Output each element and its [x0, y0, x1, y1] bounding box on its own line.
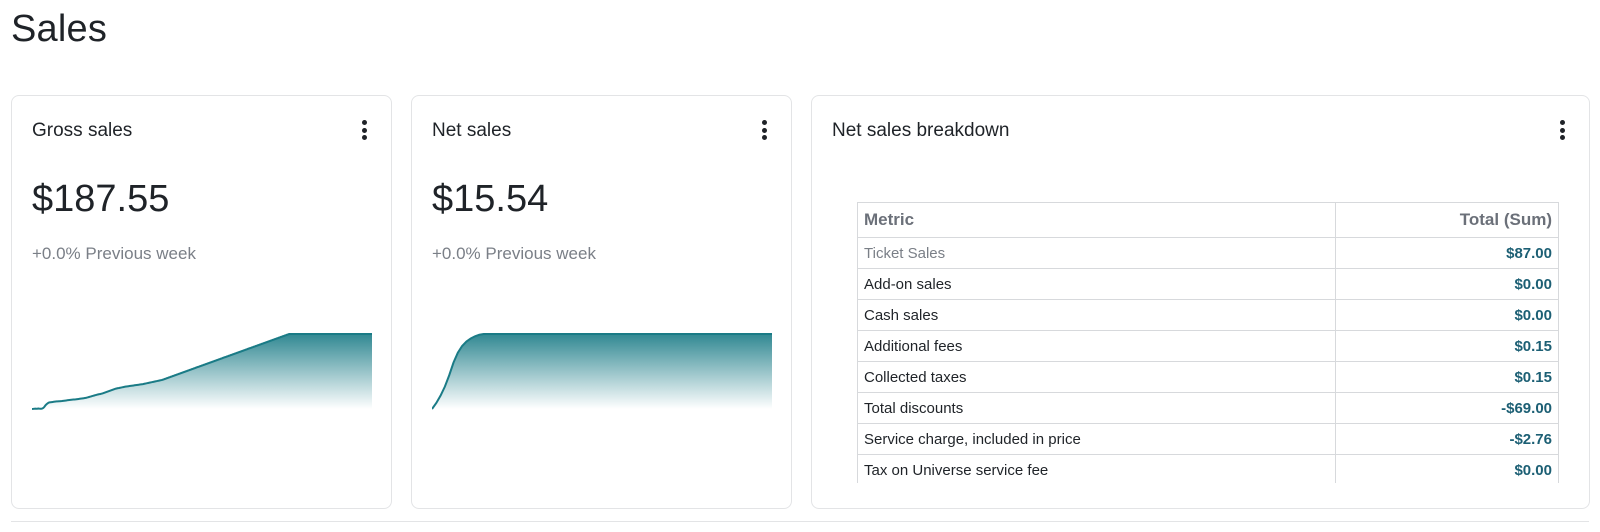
table-row: Total discounts -$69.00 — [858, 392, 1558, 424]
table-row: Tax on Universe service fee $0.00 — [858, 454, 1558, 483]
row-metric-label: Collected taxes — [858, 361, 1336, 393]
row-total-value: $0.15 — [1335, 330, 1558, 362]
column-header-metric: Metric — [858, 203, 1336, 238]
breakdown-kebab-menu-icon[interactable] — [1555, 118, 1569, 142]
table-row: Cash sales $0.00 — [858, 299, 1558, 331]
net-sales-sparkline — [432, 333, 772, 410]
breakdown-table-scroll[interactable]: Metric Total (Sum) Ticket Sales $87.00 Add… — [857, 202, 1559, 483]
row-metric-label: Additional fees — [858, 330, 1336, 362]
row-total-value: $0.15 — [1335, 361, 1558, 393]
net-sales-title: Net sales — [432, 120, 512, 141]
net-sales-breakdown-card: Net sales breakdown Metric Total (Sum) T… — [811, 95, 1590, 509]
row-metric-label: Add-on sales — [858, 268, 1336, 300]
row-total-value: -$2.76 — [1335, 423, 1558, 455]
row-metric-label: Tax on Universe service fee — [858, 454, 1336, 483]
row-total-value: $0.00 — [1335, 299, 1558, 331]
row-total-value: $0.00 — [1335, 268, 1558, 300]
net-sales-series-area — [432, 334, 772, 409]
row-metric-label: Ticket Sales — [858, 237, 1336, 269]
row-total-value: $0.00 — [1335, 454, 1558, 483]
gross-sales-change: +0.0% Previous week — [32, 244, 196, 263]
gross-sales-title: Gross sales — [32, 120, 133, 141]
gross-sales-value: $187.55 — [32, 178, 170, 220]
gross-sales-sparkline — [32, 333, 372, 410]
table-row: Additional fees $0.15 — [858, 330, 1558, 362]
section-divider — [11, 521, 1589, 522]
column-header-total: Total (Sum) — [1335, 203, 1558, 238]
gross-sales-kebab-menu-icon[interactable] — [357, 118, 371, 142]
table-row: Ticket Sales $87.00 — [858, 237, 1558, 269]
row-metric-label: Cash sales — [858, 299, 1336, 331]
table-row: Add-on sales $0.00 — [858, 268, 1558, 300]
row-total-value: -$69.00 — [1335, 392, 1558, 424]
net-sales-change: +0.0% Previous week — [432, 244, 596, 263]
table-row: Collected taxes $0.15 — [858, 361, 1558, 393]
table-row: Service charge, included in price -$2.76 — [858, 423, 1558, 455]
row-total-value: $87.00 — [1335, 237, 1558, 269]
row-metric-label: Service charge, included in price — [858, 423, 1336, 455]
net-sales-kebab-menu-icon[interactable] — [757, 118, 771, 142]
net-sales-value: $15.54 — [432, 178, 549, 220]
breakdown-title: Net sales breakdown — [832, 120, 1010, 141]
breakdown-table: Metric Total (Sum) Ticket Sales $87.00 Add… — [858, 203, 1558, 483]
table-header-row: Metric Total (Sum) — [858, 203, 1558, 238]
net-sales-card: Net sales $15.54 +0.0% Previous week — [411, 95, 792, 509]
page-title: Sales — [11, 8, 108, 50]
row-metric-label: Total discounts — [858, 392, 1336, 424]
gross-sales-card: Gross sales $187.55 +0.0% Previous week — [11, 95, 392, 509]
